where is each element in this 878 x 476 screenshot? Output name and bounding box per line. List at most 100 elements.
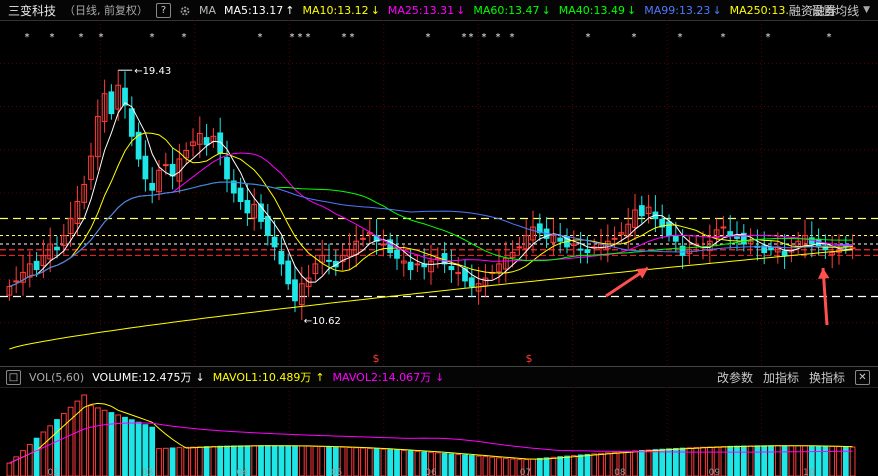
chevron-down-icon[interactable]: ▼ bbox=[863, 5, 870, 15]
candle-body bbox=[727, 231, 734, 237]
volume-bar bbox=[373, 448, 380, 476]
volume-bar bbox=[604, 452, 611, 476]
collapse-icon[interactable]: □ bbox=[6, 369, 21, 385]
params-button[interactable]: 改参数 bbox=[717, 369, 753, 386]
candle-body bbox=[638, 205, 645, 217]
volume-bar bbox=[203, 446, 210, 476]
close-icon[interactable]: ✕ bbox=[855, 369, 870, 385]
candle-body bbox=[414, 263, 421, 266]
candle-body bbox=[611, 237, 618, 240]
volume-bar bbox=[462, 454, 468, 476]
candle-body bbox=[142, 155, 149, 180]
candle-body bbox=[468, 277, 475, 288]
volume-bar bbox=[543, 457, 550, 476]
ma25-arrow-icon: ↓ bbox=[456, 3, 466, 17]
candle-body bbox=[448, 266, 455, 271]
top-toolbar: 三变科技 （日线, 前复权） ? MA MA5:13.17 ↑ MA10:13.… bbox=[0, 0, 878, 21]
candle-body bbox=[162, 164, 169, 167]
marker-star-icon: * bbox=[469, 32, 474, 43]
volume-bar bbox=[666, 448, 672, 476]
marker-star-icon: * bbox=[150, 32, 155, 43]
volume-bar bbox=[128, 419, 135, 476]
volume-bar bbox=[387, 449, 394, 476]
candle-body bbox=[326, 259, 332, 262]
volume-bar bbox=[468, 455, 475, 476]
candle-body bbox=[781, 250, 788, 256]
marker-star-icon: * bbox=[678, 32, 683, 43]
volume-bar bbox=[496, 457, 502, 476]
volume-bar bbox=[740, 445, 747, 476]
volume-bar bbox=[774, 445, 781, 476]
x-tick-label: 06 bbox=[425, 468, 437, 476]
candle-body bbox=[33, 260, 40, 271]
volume-bar bbox=[632, 450, 638, 476]
candle-body bbox=[557, 237, 564, 242]
volume-bar bbox=[598, 452, 604, 476]
volume-bar bbox=[183, 446, 190, 476]
volume-bar bbox=[33, 437, 40, 476]
volume-bar bbox=[122, 416, 128, 476]
add-indicator-button[interactable]: 加指标 bbox=[763, 369, 799, 386]
ma10-arrow-icon: ↓ bbox=[370, 3, 380, 17]
stock-name[interactable]: 三变科技 bbox=[8, 2, 56, 19]
volume-bar bbox=[312, 445, 319, 476]
marker-star-icon: * bbox=[258, 32, 263, 43]
volume-value: VOLUME:12.475万 bbox=[92, 371, 192, 384]
volume-bar bbox=[564, 455, 570, 476]
marker-star-icon: * bbox=[342, 32, 347, 43]
volume-bar bbox=[169, 447, 176, 476]
dollar-mark: $ bbox=[526, 352, 533, 365]
ma-settings-button[interactable]: 设置均线 bbox=[811, 2, 859, 19]
volume-bar bbox=[414, 450, 421, 476]
volume-bar bbox=[795, 445, 802, 476]
volume-bar bbox=[727, 445, 734, 476]
volume-bar bbox=[20, 450, 26, 476]
volume-chart[interactable]: 02 03 04 05 06 07 08 09 10 bbox=[0, 387, 878, 476]
price-chart[interactable]: ←19.43←10.62* * * * * * * * * * * * * * * * * * * * * * * *$ $ bbox=[0, 20, 878, 366]
candle-body bbox=[54, 246, 60, 251]
x-tick-label: 05 bbox=[331, 468, 342, 476]
marker-star-icon: * bbox=[632, 32, 637, 43]
volume-bar bbox=[258, 445, 264, 476]
x-tick-label: 03 bbox=[142, 468, 153, 476]
marker-star-icon: * bbox=[25, 32, 30, 43]
volume-bar bbox=[829, 445, 836, 476]
volume-bar bbox=[625, 450, 632, 476]
x-tick-label: 04 bbox=[236, 468, 248, 476]
volume-bar bbox=[781, 445, 788, 476]
marker-star-icon: * bbox=[298, 32, 303, 43]
candle-body bbox=[169, 163, 176, 177]
volume-bar bbox=[502, 457, 509, 476]
volume-bar bbox=[652, 449, 659, 476]
x-tick-label: 07 bbox=[520, 468, 531, 476]
candle-body bbox=[516, 246, 523, 249]
marker-star-icon: * bbox=[79, 32, 84, 43]
volume-bar bbox=[815, 445, 822, 476]
ma99-arrow-icon: ↓ bbox=[712, 3, 722, 17]
volume-bar bbox=[482, 456, 489, 476]
candle-body bbox=[360, 237, 366, 240]
candle-body bbox=[237, 187, 244, 203]
volume-bar bbox=[264, 445, 271, 476]
volume-bar bbox=[700, 446, 706, 476]
marker-star-icon: * bbox=[462, 32, 467, 43]
volume-bar bbox=[26, 443, 33, 476]
volume-bar bbox=[88, 405, 94, 476]
volume-bar bbox=[570, 455, 577, 476]
volume-bar bbox=[305, 445, 312, 476]
volume-bar bbox=[407, 450, 414, 476]
volume-bar bbox=[135, 421, 142, 476]
volume-bar bbox=[489, 456, 496, 476]
help-icon[interactable]: ? bbox=[156, 2, 172, 18]
volume-bar bbox=[455, 453, 462, 476]
candle-body bbox=[13, 280, 20, 283]
candle-body bbox=[577, 248, 584, 251]
gear-icon[interactable] bbox=[179, 4, 191, 17]
ma40-arrow-icon: ↓ bbox=[627, 3, 637, 17]
marker-star-icon: * bbox=[50, 32, 55, 43]
switch-indicator-button[interactable]: 换指标 bbox=[809, 369, 845, 386]
volume-bar bbox=[584, 453, 591, 476]
candle-body bbox=[292, 279, 298, 302]
volume-bar bbox=[768, 445, 774, 476]
volume-bar bbox=[448, 453, 455, 476]
